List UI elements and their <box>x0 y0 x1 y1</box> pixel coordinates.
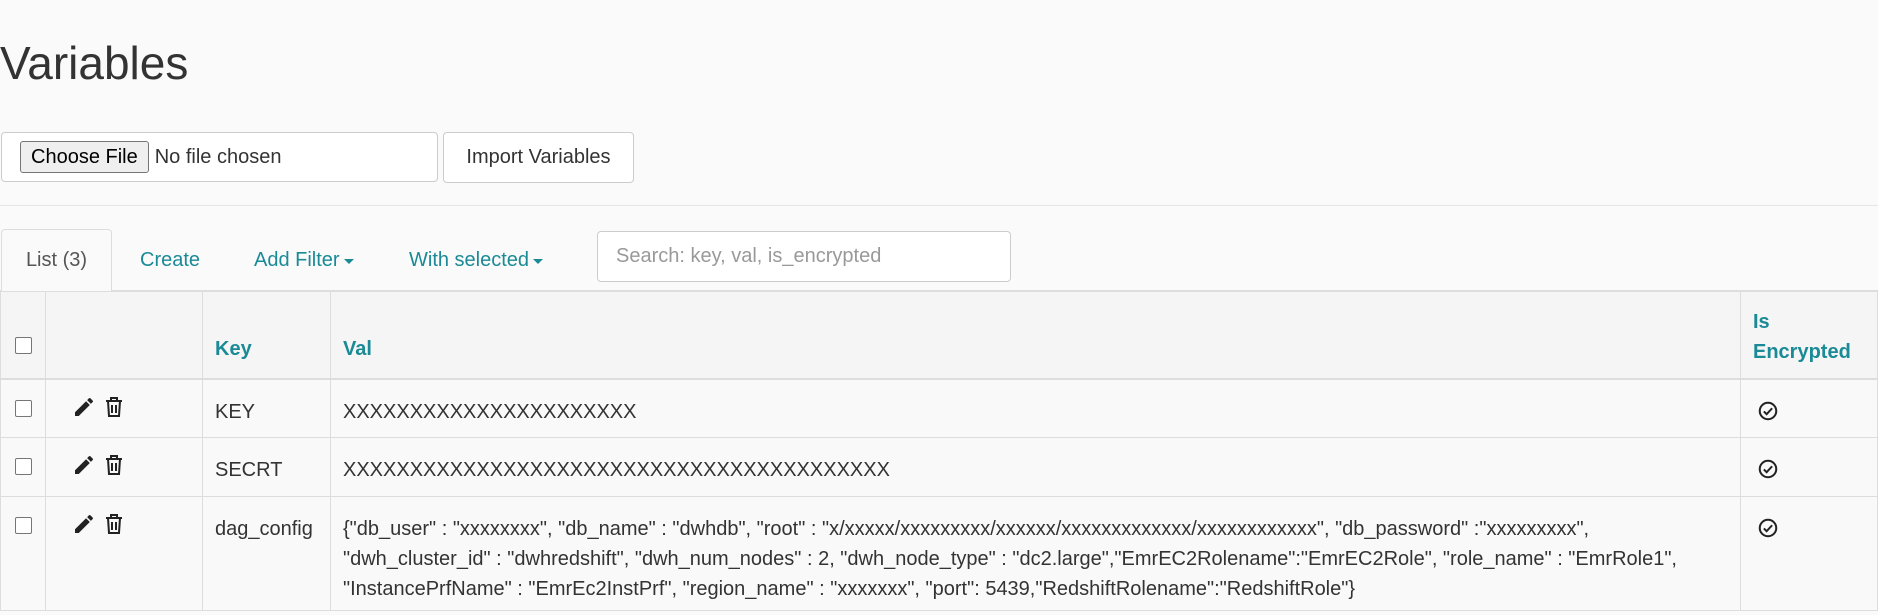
tab-create[interactable]: Create <box>140 229 200 291</box>
row-val-cell: XXXXXXXXXXXXXXXXXXXXXX <box>330 378 1741 438</box>
row-checkbox[interactable] <box>15 517 32 534</box>
select-all-checkbox[interactable] <box>15 337 32 354</box>
row-select-cell <box>0 496 46 611</box>
row-key: dag_config <box>215 518 313 540</box>
row-checkbox[interactable] <box>15 399 32 417</box>
variables-table: Key Val Is Encrypted KEY XXXXXXXXXXXXXXX… <box>0 291 1878 611</box>
sort-is-encrypted-link[interactable]: Is Encrypted <box>1741 292 1877 367</box>
divider <box>0 205 1878 206</box>
import-variables-button[interactable]: Import Variables <box>443 132 634 183</box>
row-val: {"db_user" : "xxxxxxxx", "db_name" : "dw… <box>343 518 1677 600</box>
tab-list[interactable]: List (3) <box>1 229 112 291</box>
is-encrypted-column-header: Is Encrypted <box>1740 291 1878 380</box>
row-val-cell: {"db_user" : "xxxxxxxx", "db_name" : "dw… <box>330 496 1741 611</box>
check-circle-icon <box>1758 518 1778 538</box>
row-encrypted-cell <box>1740 496 1878 611</box>
row-key: KEY <box>215 400 256 423</box>
is-encrypted-header-line2: Encrypted <box>1753 341 1851 363</box>
row-key-cell: KEY <box>202 378 331 438</box>
choose-file-button[interactable]: Choose File <box>20 141 149 173</box>
add-filter-dropdown[interactable]: Add Filter <box>254 229 354 291</box>
row-encrypted-cell <box>1740 437 1878 497</box>
pencil-icon[interactable] <box>72 395 96 419</box>
actions-header <box>45 291 203 380</box>
val-column-header: Val <box>330 291 1741 380</box>
pencil-icon[interactable] <box>72 453 96 477</box>
select-all-cell <box>0 291 46 380</box>
row-key-cell: dag_config <box>202 496 331 611</box>
is-encrypted-header-line1: Is <box>1753 311 1770 333</box>
table-row: dag_config {"db_user" : "xxxxxxxx", "db_… <box>0 496 1878 611</box>
with-selected-label: With selected <box>409 248 530 271</box>
caret-down-icon <box>343 259 354 264</box>
pencil-icon[interactable] <box>72 512 96 536</box>
check-circle-icon <box>1758 401 1778 420</box>
add-filter-label: Add Filter <box>254 248 340 271</box>
key-column-header: Key <box>202 291 331 380</box>
row-actions-cell <box>45 496 203 611</box>
trash-icon[interactable] <box>102 512 126 536</box>
row-key-cell: SECRT <box>202 437 331 497</box>
sort-key-link[interactable]: Key <box>203 292 330 361</box>
row-val-cell: XXXXXXXXXXXXXXXXXXXXXXXXXXXXXXXXXXXXXXXX… <box>330 437 1741 497</box>
row-val: XXXXXXXXXXXXXXXXXXXXXX <box>343 400 637 423</box>
tab-create-label: Create <box>140 248 201 271</box>
search-input[interactable] <box>597 231 1011 282</box>
with-selected-dropdown[interactable]: With selected <box>409 229 544 291</box>
check-circle-icon <box>1758 459 1778 479</box>
trash-icon[interactable] <box>102 395 126 419</box>
row-select-cell <box>0 378 46 438</box>
trash-icon[interactable] <box>102 453 126 477</box>
file-status-text: No file chosen <box>154 145 282 168</box>
row-val: XXXXXXXXXXXXXXXXXXXXXXXXXXXXXXXXXXXXXXXX… <box>343 459 890 481</box>
row-key: SECRT <box>215 459 283 481</box>
table-row: SECRT XXXXXXXXXXXXXXXXXXXXXXXXXXXXXXXXXX… <box>0 437 1878 497</box>
table-header-row: Key Val Is Encrypted <box>0 291 1878 380</box>
row-actions-cell <box>45 378 203 438</box>
file-input[interactable]: Choose File No file chosen <box>1 132 438 182</box>
row-checkbox[interactable] <box>15 458 32 475</box>
page-title: Variables <box>0 36 189 89</box>
row-encrypted-cell <box>1740 378 1878 438</box>
caret-down-icon <box>533 259 544 264</box>
table-row: KEY XXXXXXXXXXXXXXXXXXXXXX <box>0 378 1878 438</box>
sort-val-link[interactable]: Val <box>331 292 1740 361</box>
row-actions-cell <box>45 437 203 497</box>
variables-page: Variables Choose File No file chosen Imp… <box>0 0 1878 615</box>
row-select-cell <box>0 437 46 497</box>
